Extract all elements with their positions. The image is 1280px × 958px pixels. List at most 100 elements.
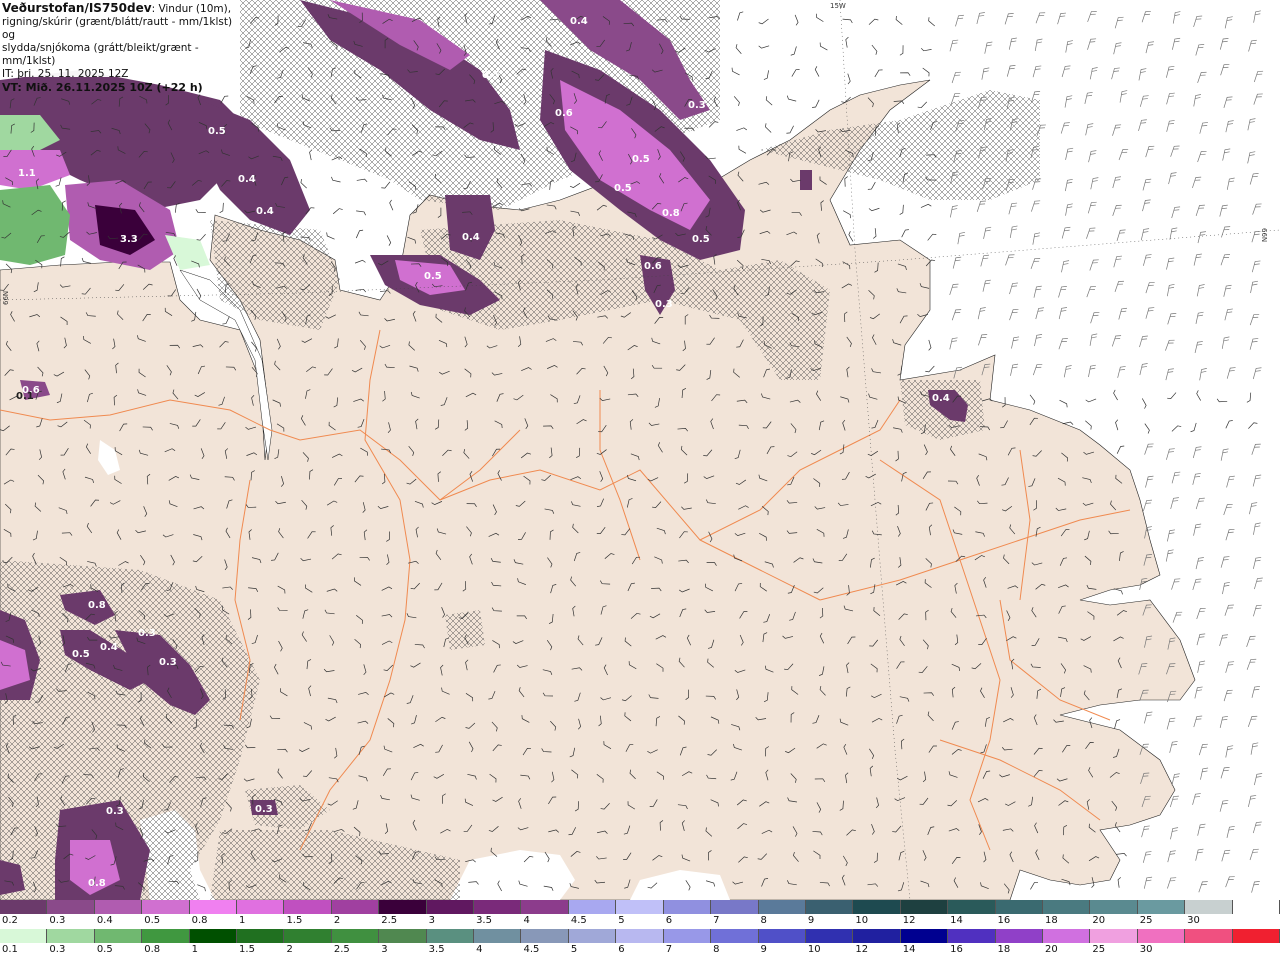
legend-swatch bbox=[948, 900, 996, 914]
precip-label: 0.5 bbox=[692, 234, 710, 245]
legend-label: 12 bbox=[855, 944, 869, 955]
legend-label: 14 bbox=[902, 944, 916, 955]
legend-swatch bbox=[142, 900, 190, 914]
precip-label: 0.5 bbox=[482, 70, 500, 81]
legend-label: 1.5 bbox=[286, 915, 303, 926]
precip-label: 0.5 bbox=[632, 154, 650, 165]
legend-label: 0.5 bbox=[96, 944, 113, 955]
legend-label: 4 bbox=[476, 944, 483, 955]
precip-label: 0.8 bbox=[662, 208, 680, 219]
legend-swatch bbox=[1042, 929, 1091, 943]
lon-label-15w: 15W bbox=[830, 2, 846, 10]
legend-swatch bbox=[426, 900, 475, 914]
precip-label: 0.4 bbox=[238, 174, 256, 185]
precip-label: 0.1 bbox=[16, 391, 34, 402]
legend-swatch bbox=[47, 900, 95, 914]
legend-swatch bbox=[1185, 929, 1233, 943]
legend-label: 18 bbox=[1044, 915, 1058, 926]
legend-swatch bbox=[805, 900, 854, 914]
legend-label: 0.8 bbox=[144, 944, 161, 955]
legend-label: 3 bbox=[428, 915, 436, 926]
legend-label: 3 bbox=[381, 944, 388, 955]
legend-label: 18 bbox=[997, 944, 1011, 955]
legend-swatch bbox=[94, 929, 143, 943]
legend-swatch bbox=[853, 900, 901, 914]
legend-label: 0.4 bbox=[96, 915, 113, 926]
valid-time: VT: Mið. 26.11.2025 10Z (+22 h) bbox=[2, 81, 203, 94]
legend-swatch bbox=[663, 929, 712, 943]
legend-swatch bbox=[1137, 929, 1186, 943]
legend-label: 1.5 bbox=[239, 944, 255, 955]
title-desc-3: slydda/snjókoma (grátt/bleikt/grænt - mm… bbox=[2, 42, 199, 67]
legend-label: 0.5 bbox=[144, 915, 161, 926]
legend-label: 8 bbox=[713, 944, 720, 955]
map-title-box: Veðurstofan/IS750dev: Vindur (10m), rign… bbox=[0, 0, 240, 94]
precip-label: 0.4 bbox=[100, 642, 118, 653]
legend-label: 7 bbox=[713, 915, 720, 926]
legend-swatch bbox=[900, 900, 949, 914]
precip-label: 1.1 bbox=[18, 168, 36, 179]
legend-label: 3.5 bbox=[476, 915, 492, 926]
legend-label: 4.5 bbox=[570, 915, 587, 926]
legend-label: 20 bbox=[1044, 944, 1058, 955]
precip-label: 0.5 bbox=[424, 271, 442, 282]
legend-swatch bbox=[616, 900, 664, 914]
legend-swatch bbox=[1090, 900, 1138, 914]
model-source: Veðurstofan/IS750dev bbox=[2, 1, 152, 15]
legend-label: 25 bbox=[1139, 915, 1153, 926]
legend-swatch bbox=[521, 929, 569, 943]
lat-label-left: 66N bbox=[2, 291, 10, 305]
legend-swatch bbox=[474, 929, 522, 943]
precip-label: 0.3 bbox=[655, 299, 673, 310]
legend-swatch bbox=[663, 900, 712, 914]
legend-swatch bbox=[1185, 900, 1233, 914]
precip-label: 0.6 bbox=[555, 108, 573, 119]
precip-label: 0.8 bbox=[88, 600, 106, 611]
legend-swatch bbox=[995, 900, 1043, 914]
legend-label: 0.3 bbox=[49, 944, 66, 955]
legend-label: 0.2 bbox=[2, 915, 18, 926]
legend-swatch bbox=[568, 900, 617, 914]
legend-label: 4.5 bbox=[523, 944, 540, 955]
legend-label: 9 bbox=[807, 915, 815, 926]
legend-label: 7 bbox=[665, 944, 673, 955]
legend-label: 0.1 bbox=[2, 944, 18, 955]
snow-spot-ne bbox=[800, 170, 812, 190]
legend-swatch bbox=[1042, 900, 1091, 914]
legend-swatch bbox=[284, 929, 332, 943]
legend-swatch bbox=[758, 900, 806, 914]
legend-swatch bbox=[521, 900, 569, 914]
precip-label: 0.4 bbox=[462, 232, 480, 243]
legend-swatch bbox=[0, 929, 48, 943]
legend-swatch bbox=[379, 900, 427, 914]
legend-label: 9 bbox=[760, 944, 767, 955]
legend-label: 1 bbox=[239, 915, 246, 926]
precip-label: 0.8 bbox=[88, 878, 106, 889]
legend-label: 8 bbox=[760, 915, 767, 926]
legend-swatch bbox=[94, 900, 143, 914]
legend-label: 2 bbox=[286, 944, 293, 955]
legend-swatch bbox=[805, 929, 854, 943]
precip-label: 0.4 bbox=[256, 206, 274, 217]
precip-label: 3.3 bbox=[120, 234, 138, 245]
legend-swatch bbox=[1137, 900, 1186, 914]
rain-legend-labels: 0.1 0.3 0.5 0.8 1 1.5 2 2.5 3 3.5 4 4.5 5 6 7 8 9 10 12 14 1… bbox=[0, 944, 1280, 958]
legend-swatch bbox=[1090, 929, 1138, 943]
legend-swatch bbox=[189, 929, 238, 943]
precip-label: 0.5 bbox=[614, 183, 632, 194]
legend-label: 0.8 bbox=[191, 915, 208, 926]
legend-swatch bbox=[0, 900, 48, 914]
precip-label: 0.3 bbox=[255, 804, 273, 815]
snow-legend-bar bbox=[0, 900, 1280, 914]
title-desc-1: : Vindur (10m), bbox=[151, 3, 232, 15]
legend-label: 0.3 bbox=[49, 915, 66, 926]
legend-swatch bbox=[995, 929, 1043, 943]
legend-swatch bbox=[379, 929, 427, 943]
legend-swatch bbox=[189, 900, 238, 914]
legend-label: 5 bbox=[618, 915, 625, 926]
legend-swatch bbox=[900, 929, 949, 943]
precip-label: 0.3 bbox=[159, 657, 177, 668]
legend-label: 20 bbox=[1092, 915, 1106, 926]
legend-swatch bbox=[568, 929, 617, 943]
title-desc-2: rigning/skúrir (grænt/blátt/rautt - mm/1… bbox=[2, 16, 233, 41]
